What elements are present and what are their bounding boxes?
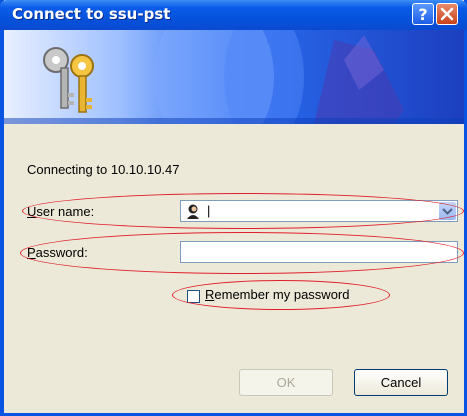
remember-accesskey: R [205,287,215,302]
keys-icon [43,47,94,113]
window-title: Connect to ssu-pst [12,5,171,23]
svg-text:?: ? [418,5,427,24]
username-accesskey: U [27,204,37,219]
username-label-rest: ser name: [36,204,95,219]
dialog-body: Connecting to 10.10.10.47 User name: | P… [4,124,464,413]
cancel-button[interactable]: Cancel [354,369,448,396]
username-value[interactable]: | [207,203,210,218]
password-accesskey: P [27,245,36,260]
chevron-down-icon [442,208,453,215]
connecting-text: Connecting to 10.10.10.47 [27,162,180,177]
ok-button[interactable]: OK [239,369,333,396]
password-label-rest: assword: [35,245,88,260]
help-button[interactable]: ? [412,3,434,25]
close-icon [440,7,454,21]
remember-checkbox[interactable] [187,290,200,303]
username-combobox[interactable]: | [180,200,458,222]
close-button[interactable] [436,3,458,25]
password-label: Password: [27,245,88,260]
username-label: User name: [27,204,94,219]
title-bar[interactable]: Connect to ssu-pst ? [0,0,467,30]
banner-graphic [4,30,464,124]
user-icon [187,204,199,219]
remember-label-rest: emember my password [214,287,350,302]
username-dropdown-button[interactable] [439,202,456,220]
help-icon: ? [418,5,427,24]
password-field[interactable] [180,241,458,263]
remember-label[interactable]: Remember my password [205,287,350,302]
connect-dialog: Connect to ssu-pst ? Connecting to 10.10… [0,0,467,416]
